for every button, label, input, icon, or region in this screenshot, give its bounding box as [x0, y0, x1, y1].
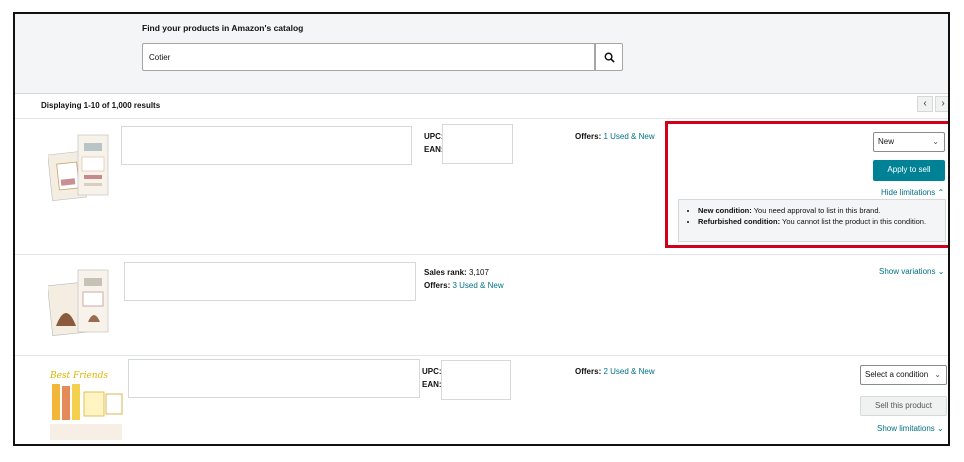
- show-variations-label: Show variations: [879, 267, 936, 276]
- product-image[interactable]: [48, 127, 110, 207]
- offers-info: Offers: 3 Used & New: [424, 281, 504, 290]
- product-image[interactable]: Best Friends: [48, 364, 124, 444]
- previous-page-button[interactable]: ‹: [917, 96, 933, 112]
- row-divider: [15, 355, 948, 356]
- offers-link[interactable]: 2 Used & New: [603, 367, 654, 376]
- highlight-box: [665, 121, 948, 248]
- product-title-placeholder: [128, 359, 420, 398]
- condition-selected-value: Select a condition: [865, 370, 929, 379]
- sales-rank-label: Sales rank:: [424, 268, 467, 277]
- offers-label: Offers:: [424, 281, 451, 290]
- show-limitations-link[interactable]: Show limitations ⌄: [877, 424, 944, 433]
- chevron-right-icon: ›: [941, 98, 945, 109]
- search-icon: [604, 52, 615, 63]
- chevron-down-icon: ⌄: [934, 370, 941, 379]
- offers-info: Offers: 2 Used & New: [575, 367, 655, 376]
- page-title: Find your products in Amazon's catalog: [142, 23, 304, 33]
- upc-label: UPC:: [424, 132, 444, 141]
- row-divider: [15, 254, 948, 255]
- offers-link[interactable]: 3 Used & New: [452, 281, 503, 290]
- catalog-search-header: Find your products in Amazon's catalog: [15, 14, 948, 94]
- identifier-values-placeholder: [441, 360, 511, 400]
- sell-this-product-button[interactable]: Sell this product: [860, 396, 947, 416]
- product-title-placeholder: [124, 262, 416, 301]
- upc-label: UPC:: [422, 367, 442, 376]
- offers-info: Offers: 1 Used & New: [575, 132, 655, 141]
- row-divider: [15, 118, 948, 119]
- app-frame: Find your products in Amazon's catalog D…: [13, 12, 950, 446]
- svg-text:Best Friends: Best Friends: [49, 371, 108, 381]
- search-field-wrapper[interactable]: [142, 43, 595, 71]
- show-variations-link[interactable]: Show variations ⌄: [879, 267, 944, 276]
- show-limitations-label: Show limitations: [877, 424, 935, 433]
- identifier-values-placeholder: [442, 124, 513, 164]
- ean-label: EAN:: [422, 380, 442, 389]
- search-input[interactable]: [149, 44, 589, 70]
- next-page-button[interactable]: ›: [935, 96, 948, 112]
- ean-label: EAN:: [424, 145, 444, 154]
- offers-label: Offers:: [575, 132, 602, 141]
- sales-rank-value: 3,107: [468, 268, 489, 277]
- results-count: Displaying 1-10 of 1,000 results: [41, 101, 161, 110]
- offers-link[interactable]: 1 Used & New: [603, 132, 654, 141]
- product-image[interactable]: [48, 264, 110, 344]
- chevron-left-icon: ‹: [923, 98, 927, 109]
- offers-label: Offers:: [575, 367, 602, 376]
- sales-rank-info: Sales rank: 3,107: [424, 268, 489, 277]
- chevron-down-icon: ⌄: [937, 267, 945, 276]
- chevron-down-icon: ⌄: [937, 424, 944, 433]
- product-title-placeholder: [121, 126, 412, 165]
- condition-select[interactable]: Select a condition ⌄: [860, 365, 947, 385]
- search-button[interactable]: [595, 43, 623, 71]
- pagination: ‹ ›: [917, 96, 948, 112]
